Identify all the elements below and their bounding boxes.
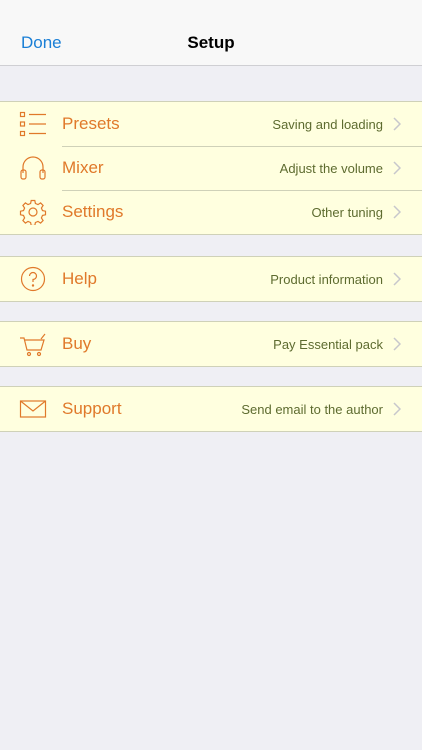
row-detail: Adjust the volume [279, 161, 383, 176]
row-presets[interactable]: Presets Saving and loading [0, 102, 422, 146]
chevron-right-icon [393, 337, 401, 351]
row-label: Support [62, 399, 122, 418]
row-label: Help [62, 269, 97, 288]
envelope-icon [19, 396, 47, 422]
headphones-icon [19, 155, 47, 181]
list-icon [19, 111, 47, 137]
row-detail: Product information [270, 272, 383, 287]
row-buy[interactable]: Buy Pay Essential pack [0, 322, 422, 366]
cart-icon [19, 331, 47, 357]
chevron-right-icon [393, 117, 401, 131]
row-label: Buy [62, 334, 92, 353]
gear-icon [19, 199, 47, 225]
chevron-right-icon [393, 402, 401, 416]
navigation-bar: Done Setup [0, 0, 422, 66]
chevron-right-icon [393, 205, 401, 219]
chevron-right-icon [393, 161, 401, 175]
page-title: Setup [187, 33, 235, 52]
row-detail: Other tuning [311, 205, 383, 220]
row-mixer[interactable]: Mixer Adjust the volume [0, 146, 422, 190]
settings-group-buy: Buy Pay Essential pack [0, 321, 422, 367]
row-label: Mixer [62, 158, 104, 177]
settings-group-help: Help Product information [0, 256, 422, 302]
settings-group-support: Support Send email to the author [0, 386, 422, 432]
row-label: Presets [62, 114, 120, 133]
chevron-right-icon [393, 272, 401, 286]
row-label: Settings [62, 202, 124, 221]
row-detail: Send email to the author [241, 402, 383, 417]
settings-group-main: Presets Saving and loading Mixer Adjust … [0, 101, 422, 235]
row-help[interactable]: Help Product information [0, 257, 422, 301]
help-icon [19, 266, 47, 292]
row-detail: Pay Essential pack [273, 337, 383, 352]
row-settings[interactable]: Settings Other tuning [0, 190, 422, 234]
row-detail: Saving and loading [272, 117, 383, 132]
row-support[interactable]: Support Send email to the author [0, 387, 422, 431]
